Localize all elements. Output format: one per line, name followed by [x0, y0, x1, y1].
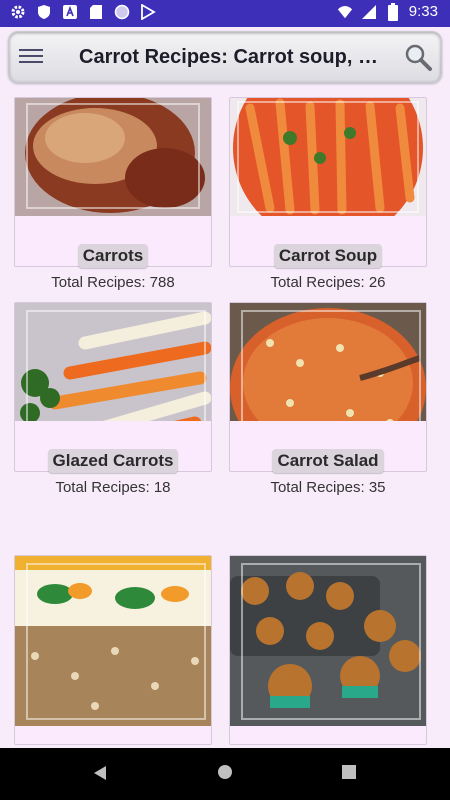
category-name: Carrot Salad	[272, 449, 384, 473]
category-card-carrots[interactable]: Carrots Total Recipes: 788	[14, 97, 212, 291]
category-image	[15, 303, 211, 421]
signal-icon	[361, 4, 377, 20]
category-card-6[interactable]	[229, 555, 427, 745]
gear-icon	[10, 4, 26, 20]
category-name: Carrot Soup	[273, 244, 383, 268]
back-icon	[94, 766, 106, 780]
circle-icon	[114, 4, 130, 20]
category-image	[230, 98, 426, 216]
category-card-5[interactable]	[14, 555, 212, 745]
clock-time: 9:33	[408, 3, 438, 20]
category-image	[15, 98, 211, 216]
recents-button[interactable]	[342, 765, 356, 784]
back-button[interactable]	[93, 765, 107, 786]
category-name: Carrots	[77, 244, 149, 268]
category-card-glazed-carrots[interactable]: Glazed Carrots Total Recipes: 18	[14, 302, 212, 496]
recipe-count: Total Recipes: 18	[55, 479, 171, 496]
shield-icon	[36, 4, 52, 20]
category-card-carrot-salad[interactable]: Carrot Salad Total Recipes: 35	[229, 302, 427, 496]
home-icon	[218, 765, 232, 779]
category-name: Glazed Carrots	[47, 449, 179, 473]
search-icon	[405, 44, 432, 71]
battery-icon	[385, 2, 401, 21]
play-store-icon	[140, 4, 156, 20]
recipe-count: Total Recipes: 788	[51, 274, 175, 291]
system-nav-bar	[0, 748, 450, 800]
recipe-count: Total Recipes: 26	[270, 274, 386, 291]
recents-icon	[342, 765, 356, 779]
category-image	[230, 556, 426, 726]
sd-card-icon	[88, 4, 104, 20]
page-title: Carrot Recipes: Carrot soup, Carrot Cake…	[79, 46, 379, 68]
recipe-count: Total Recipes: 35	[270, 479, 386, 496]
wifi-icon	[337, 4, 353, 20]
home-button[interactable]	[217, 764, 233, 785]
category-image	[230, 303, 426, 421]
category-image	[15, 556, 211, 726]
status-bar: 9:33	[0, 0, 450, 27]
search-button[interactable]	[403, 42, 433, 72]
app-bar: Carrot Recipes: Carrot soup, Carrot Cake…	[8, 31, 442, 83]
hamburger-menu-button[interactable]	[19, 46, 43, 66]
hamburger-icon	[19, 49, 43, 51]
category-card-carrot-soup[interactable]: Carrot Soup Total Recipes: 26	[229, 97, 427, 291]
font-a-icon	[62, 4, 78, 20]
